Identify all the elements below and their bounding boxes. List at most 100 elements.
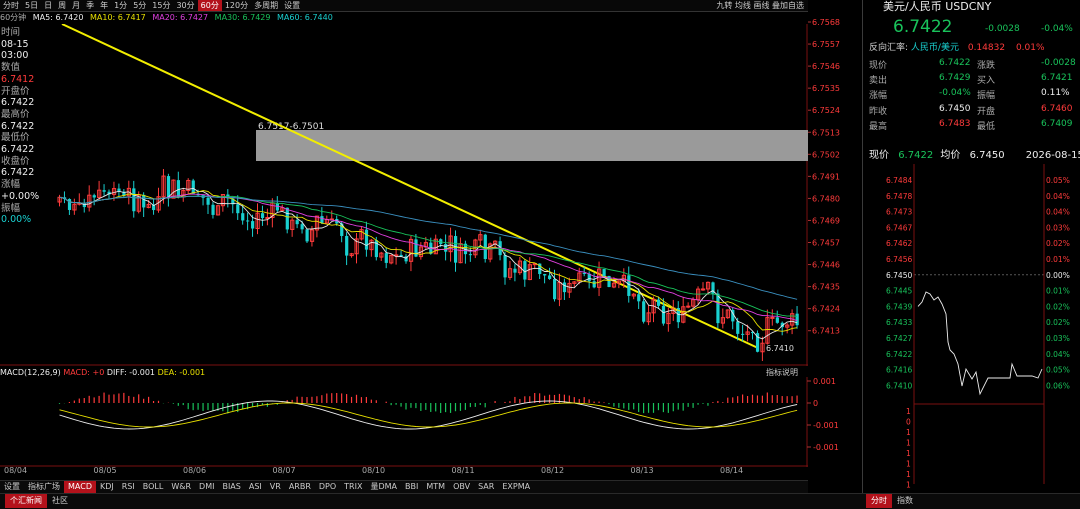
- candle-body: [553, 279, 557, 300]
- period-tab[interactable]: 年: [97, 0, 111, 11]
- info-high: 6.7422: [1, 120, 35, 132]
- value-label: 数值: [1, 62, 21, 74]
- quote-grid: 现价 6.7422 涨跌 -0.0028 卖出 6.7429 买入 6.7421 涨幅 -0.04…: [869, 58, 1079, 134]
- mini-date: 2026-08-15: [1025, 150, 1080, 161]
- quote-row: 涨幅 -0.04% 振幅 0.11%: [869, 88, 1079, 103]
- price-tick-label: 6.7491: [812, 172, 840, 181]
- indicator-tab[interactable]: DMI: [195, 481, 218, 493]
- quote-value: 6.7409: [1041, 118, 1073, 129]
- close-label: 收盘价: [1, 155, 30, 167]
- macd-diff: DIFF: -0.001: [106, 368, 156, 377]
- ma20-value: MA20: 6.7427: [152, 13, 209, 22]
- candle-body: [795, 313, 799, 326]
- indicator-tabs: 设置 指标广场 MACD KDJ RSI BOLL W&R DMI BIAS ASI VR ARBR D…: [0, 480, 808, 493]
- indicator-tab[interactable]: RSI: [118, 481, 139, 493]
- macd-tick-label: -0.001: [813, 443, 839, 452]
- indicator-tab[interactable]: BIAS: [218, 481, 244, 493]
- ma5-line: [59, 187, 798, 340]
- candle-body: [206, 197, 210, 205]
- indicator-tab[interactable]: W&R: [167, 481, 195, 493]
- candlestick-chart[interactable]: 6.7517-6.75016.7410: [0, 24, 808, 366]
- ma30-value: MA30: 6.7429: [214, 13, 271, 22]
- indicator-tab[interactable]: KDJ: [96, 481, 118, 493]
- period-tab[interactable]: 设置: [281, 0, 303, 11]
- intraday-mini-chart[interactable]: 6.7484 0.05% 6.7478 0.04% 6.7473 0.04% 6.7467 0…: [862, 164, 1080, 490]
- period-tab[interactable]: 分时: [0, 0, 22, 11]
- mini-chart-header: 现价 6.7422 均价 6.7450 2026-08-15: [869, 146, 1080, 161]
- candle-body: [656, 299, 661, 306]
- indicator-tab[interactable]: ARBR: [285, 481, 315, 493]
- indicator-tab[interactable]: BBI: [401, 481, 422, 493]
- reverse-pair[interactable]: 人民币/美元: [911, 43, 959, 53]
- period-tab[interactable]: 月: [69, 0, 83, 11]
- indicator-tab[interactable]: MTM: [422, 481, 449, 493]
- panel-tab[interactable]: 分时: [866, 494, 892, 508]
- indicator-tab[interactable]: BOLL: [139, 481, 168, 493]
- candle-body: [67, 199, 72, 210]
- candle-body: [582, 272, 586, 274]
- price-tick-label: 6.7535: [812, 84, 840, 93]
- info-close: 6.7422: [1, 167, 35, 179]
- period-tab[interactable]: 5日: [22, 0, 41, 11]
- quote-value: 6.7460: [1041, 103, 1073, 114]
- indicator-tab[interactable]: OBV: [449, 481, 474, 493]
- period-tab[interactable]: 季: [83, 0, 97, 11]
- ma60-value: MA60: 6.7440: [277, 13, 333, 22]
- chart-tools[interactable]: 九转 均线 画线 叠加自选: [716, 0, 804, 11]
- price-tick-label: 6.7435: [812, 283, 840, 292]
- period-tab[interactable]: 多周期: [251, 0, 281, 11]
- indicator-tab[interactable]: VR: [266, 481, 285, 493]
- candle-body: [251, 221, 255, 229]
- period-tab[interactable]: 120分: [222, 0, 251, 11]
- price-tick-label: 6.7513: [812, 128, 840, 137]
- indicator-tab[interactable]: ASI: [245, 481, 266, 493]
- quote-label: 卖出: [869, 76, 888, 87]
- mini-vol-tick: 1: [906, 449, 911, 458]
- mini-price-tick: 6.7456: [886, 255, 912, 264]
- candle-body: [741, 333, 745, 335]
- period-tab[interactable]: 日: [41, 0, 55, 11]
- indicator-tab[interactable]: 量DMA: [366, 481, 401, 493]
- candle-body: [300, 224, 304, 230]
- candle-body: [102, 190, 106, 192]
- mini-vol-tick: 1: [906, 481, 911, 490]
- period-tab[interactable]: 30分: [173, 0, 197, 11]
- indicator-tab[interactable]: MACD: [64, 481, 96, 493]
- mini-price-tick: 6.7422: [886, 350, 912, 359]
- candle-body: [661, 305, 666, 324]
- reverse-pct: 0.01%: [1015, 43, 1045, 53]
- bottom-tab[interactable]: 社区: [47, 494, 73, 508]
- resistance-zone[interactable]: [256, 130, 808, 161]
- candle-body: [444, 244, 448, 252]
- period-tab[interactable]: 60分: [197, 0, 222, 11]
- price-tick-label: 6.7557: [812, 40, 840, 49]
- period-tab[interactable]: 周: [55, 0, 69, 11]
- candle-body: [513, 268, 517, 273]
- indicator-tab[interactable]: EXPMA: [498, 481, 534, 493]
- mini-price: 6.7422: [898, 150, 934, 161]
- period-tab[interactable]: 5分: [130, 0, 149, 11]
- mini-price-tick: 6.7462: [886, 239, 912, 248]
- mini-pct-tick: 0.00%: [1046, 271, 1070, 280]
- quote-label: 昨收: [869, 106, 888, 117]
- indicator-tab[interactable]: 指标广场: [24, 481, 64, 493]
- indicator-tab[interactable]: 设置: [0, 481, 24, 493]
- candle-body: [191, 180, 195, 194]
- mini-price-tick: 6.7433: [886, 318, 912, 327]
- candle-body: [503, 255, 507, 278]
- indicator-tab[interactable]: SAR: [474, 481, 498, 493]
- bottom-tab[interactable]: 个汇新闻: [5, 494, 47, 508]
- price-tick-label: 6.7480: [812, 194, 840, 203]
- ma20-line: [59, 193, 798, 322]
- indicator-tab[interactable]: DPO: [315, 481, 340, 493]
- indicator-tab[interactable]: TRIX: [340, 481, 366, 493]
- panel-tab[interactable]: 指数: [892, 494, 918, 508]
- quote-value: -0.0028: [1041, 58, 1076, 68]
- candle-body: [716, 293, 720, 324]
- price-tick-label: 6.7424: [812, 305, 840, 314]
- open-label: 开盘价: [1, 85, 30, 97]
- period-tab[interactable]: 1分: [111, 0, 130, 11]
- candle-body: [132, 188, 136, 212]
- high-label: 最高价: [1, 108, 30, 120]
- period-tab[interactable]: 15分: [149, 0, 173, 11]
